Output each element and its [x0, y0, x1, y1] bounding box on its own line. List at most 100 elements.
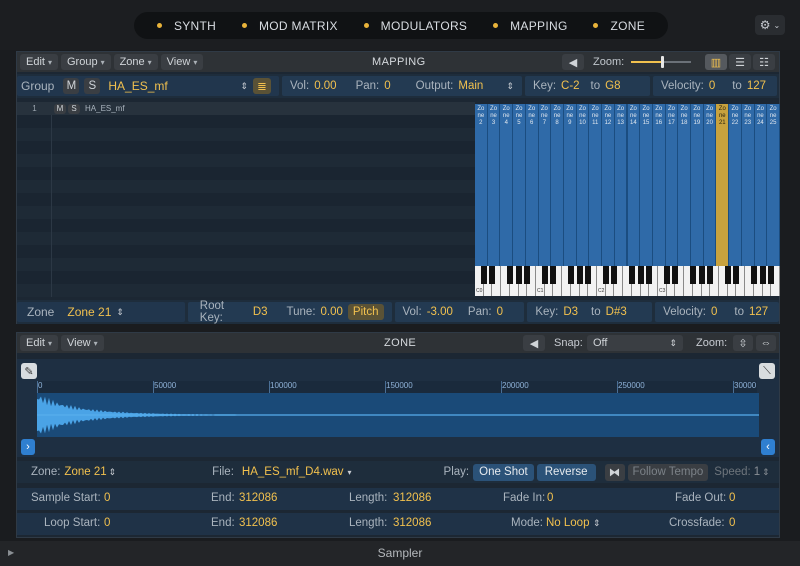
speaker-button[interactable]: ◀︎	[562, 54, 584, 70]
group-vel-from[interactable]: 0	[709, 80, 715, 92]
up-down-icon[interactable]: ⇕	[240, 81, 248, 92]
zone-column[interactable]: Zo ne 4	[500, 104, 514, 266]
zone-column[interactable]: Zo ne 2	[475, 104, 488, 266]
pitch-button[interactable]: Pitch	[347, 304, 384, 320]
group-list-button[interactable]: ≣	[253, 78, 271, 94]
zone-vol-value[interactable]: -3.00	[427, 306, 453, 318]
zone-select[interactable]: Zone 21	[64, 466, 106, 478]
waveform[interactable]	[37, 393, 759, 437]
black-key[interactable]	[637, 266, 644, 284]
length-value[interactable]: 312086	[393, 492, 431, 504]
zone-column[interactable]: Zo ne 3	[487, 104, 501, 266]
black-key[interactable]	[724, 266, 731, 284]
zone-column[interactable]: Zo ne 24	[754, 104, 768, 266]
zone-view-button[interactable]: ☷	[753, 54, 775, 70]
black-key[interactable]	[768, 266, 775, 284]
loop-start-value[interactable]: 0	[104, 517, 110, 529]
black-key[interactable]	[611, 266, 618, 284]
zoom-horizontal-button[interactable]: ⇔	[756, 335, 776, 351]
sample-start-marker[interactable]: ›	[21, 439, 35, 455]
zone-column[interactable]: Zo ne 22	[729, 104, 742, 266]
zone-name-select[interactable]: Zone 21	[67, 305, 111, 319]
snap-select[interactable]: Off ⇕	[587, 335, 683, 351]
tab-mod-matrix[interactable]: MOD MATRIX	[242, 19, 338, 33]
tab-mapping[interactable]: MAPPING	[493, 19, 567, 33]
zone-key-to[interactable]: D#3	[606, 306, 627, 318]
black-key[interactable]	[689, 266, 696, 284]
speaker-button[interactable]: ◀︎	[523, 335, 545, 351]
keyboard-view-button[interactable]: ▥	[705, 54, 727, 70]
loop-length-value[interactable]: 312086	[393, 517, 431, 529]
loop-mode-select[interactable]: No Loop	[546, 517, 589, 529]
follow-tempo-button[interactable]: Follow Tempo	[627, 463, 709, 481]
zone-key-from[interactable]: D3	[563, 306, 578, 318]
group-pan-value[interactable]: 0	[384, 80, 390, 92]
zone-edit-menu[interactable]: Edit ▾	[20, 335, 58, 351]
group-vel-to[interactable]: 127	[747, 80, 766, 92]
black-key[interactable]	[602, 266, 609, 284]
zone-column[interactable]: Zo ne 20	[703, 104, 717, 266]
zone-column[interactable]: Zo ne 23	[741, 104, 755, 266]
black-key[interactable]	[759, 266, 766, 284]
zone-column[interactable]: Zo ne 10	[576, 104, 590, 266]
zone-column[interactable]: Zo ne 18	[678, 104, 692, 266]
mapping-view-menu[interactable]: View ▾	[160, 54, 204, 70]
zone-column[interactable]: Zo ne 11	[589, 104, 603, 266]
speed-select[interactable]: 1	[754, 466, 760, 478]
black-key[interactable]	[628, 266, 635, 284]
zone-column[interactable]: Zo ne 15	[640, 104, 653, 266]
black-key[interactable]	[550, 266, 557, 284]
zone-column[interactable]: Zo ne 14	[627, 104, 641, 266]
pencil-button[interactable]: ✎	[21, 363, 37, 379]
zoom-slider[interactable]	[631, 56, 691, 68]
sample-end-marker[interactable]: ‹	[761, 439, 775, 455]
loop-end-value[interactable]: 312086	[239, 517, 277, 529]
black-key[interactable]	[672, 266, 679, 284]
black-key[interactable]	[733, 266, 740, 284]
zone-column[interactable]: Zo ne 6	[525, 104, 539, 266]
crossfade-value[interactable]: 0	[729, 517, 735, 529]
zone-column[interactable]: Zo ne 16	[652, 104, 666, 266]
tab-modulators[interactable]: MODULATORS	[363, 19, 468, 33]
settings-button[interactable]: ⚙ ⌄	[755, 15, 785, 35]
black-key[interactable]	[489, 266, 496, 284]
sample-start-value[interactable]: 0	[104, 492, 110, 504]
black-key[interactable]	[663, 266, 670, 284]
zone-column[interactable]: Zo ne 19	[691, 104, 704, 266]
fade-in-value[interactable]: 0	[547, 492, 553, 504]
black-key[interactable]	[707, 266, 714, 284]
one-shot-button[interactable]: One Shot	[473, 463, 534, 481]
tab-synth[interactable]: SYNTH	[156, 19, 216, 33]
zoom-slider-handle[interactable]	[661, 56, 664, 68]
black-key[interactable]	[524, 266, 531, 284]
flex-button[interactable]: ⧓	[604, 463, 625, 481]
zone-view-menu[interactable]: View ▾	[60, 335, 104, 351]
zone-vel-from[interactable]: 0	[711, 306, 717, 318]
zone-column[interactable]: Zo ne 7	[538, 104, 552, 266]
root-key-value[interactable]: D3	[253, 306, 268, 318]
black-key[interactable]	[750, 266, 757, 284]
group-mute-button[interactable]: M	[63, 78, 80, 94]
group-view-button[interactable]: ☰	[729, 54, 751, 70]
black-key[interactable]	[646, 266, 653, 284]
group-output-value[interactable]: Main	[458, 80, 483, 92]
eraser-button[interactable]: ⟍	[759, 363, 775, 379]
black-key[interactable]	[698, 266, 705, 284]
black-key[interactable]	[515, 266, 522, 284]
zone-column[interactable]: Zo ne 25	[767, 104, 780, 266]
black-key[interactable]	[585, 266, 592, 284]
black-key[interactable]	[567, 266, 574, 284]
group-name[interactable]: HA_ES_mf	[108, 79, 167, 93]
mapping-group-menu[interactable]: Group ▾	[60, 54, 111, 70]
tune-value[interactable]: 0.00	[321, 306, 343, 318]
mapping-edit-menu[interactable]: Edit ▾	[20, 54, 58, 70]
group-vol-value[interactable]: 0.00	[314, 80, 336, 92]
file-select[interactable]: HA_ES_mf_D4.wav	[242, 466, 344, 478]
black-key[interactable]	[541, 266, 548, 284]
zone-column[interactable]: Zo ne 5	[513, 104, 526, 266]
end-value[interactable]: 312086	[239, 492, 277, 504]
zone-column[interactable]: Zo ne 13	[614, 104, 628, 266]
zone-column[interactable]: Zo ne 8	[551, 104, 564, 266]
row-solo-button[interactable]: S	[68, 103, 80, 114]
tab-zone[interactable]: ZONE	[593, 19, 645, 33]
